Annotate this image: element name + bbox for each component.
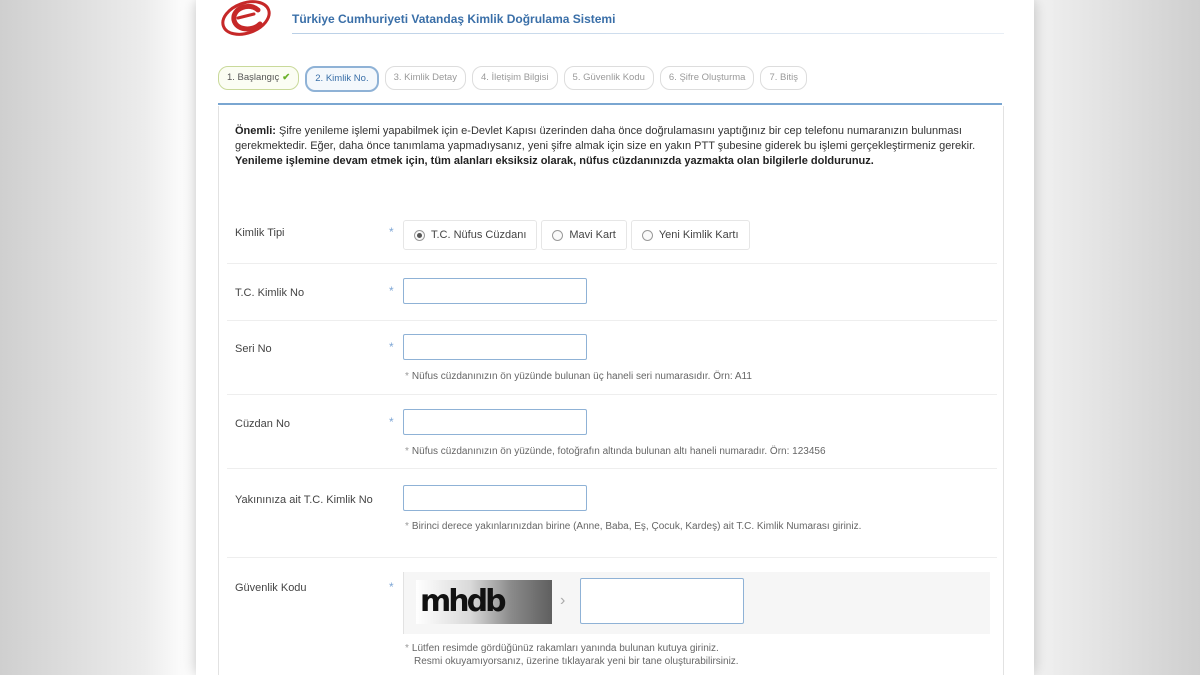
step-label: 7. Bitiş bbox=[769, 72, 798, 83]
required-marker: * bbox=[389, 580, 394, 594]
relative-tc-label: Yakınınıza ait T.C. Kimlik No bbox=[235, 494, 373, 506]
required-marker: * bbox=[389, 284, 394, 298]
step-id-detail: 3. Kimlik Detay bbox=[384, 66, 466, 90]
step-label: 6. Şifre Oluşturma bbox=[668, 72, 746, 83]
step-label: 4. İletişim Bilgisi bbox=[480, 72, 549, 83]
radio-yeni-kimlik-karti[interactable]: Yeni Kimlik Kartı bbox=[630, 220, 750, 250]
radio-unselected-icon bbox=[552, 229, 564, 241]
edevlet-page: Türkiye Cumhuriyeti Vatandaş Kimlik Doğr… bbox=[196, 0, 1034, 675]
serial-no-hint: * Nüfus cüzdanınızın ön yüzünde bulunan ü… bbox=[405, 370, 752, 383]
notice-lead: Önemli: bbox=[235, 125, 276, 137]
wallet-no-input[interactable] bbox=[403, 409, 587, 435]
required-marker: * bbox=[389, 415, 394, 429]
wizard-steps: 1. Başlangıç ✔ 2. Kimlik No. 3. Kimlik De… bbox=[218, 66, 807, 92]
notice-emphasis: Yenileme işlemine devam etmek için, tüm … bbox=[235, 155, 874, 167]
step-security-code: 5. Güvenlik Kodu bbox=[563, 66, 654, 90]
edevlet-logo-icon[interactable] bbox=[220, 0, 280, 46]
radio-tc-nufus-cuzdani[interactable]: T.C. Nüfus Cüzdanı bbox=[403, 220, 538, 250]
row-divider bbox=[227, 320, 997, 321]
security-code-label: Güvenlik Kodu bbox=[235, 582, 307, 594]
captcha-image[interactable]: mhdb bbox=[416, 580, 552, 624]
captcha-container: mhdb › bbox=[403, 572, 990, 634]
serial-no-input[interactable] bbox=[403, 334, 587, 360]
radio-mavi-kart[interactable]: Mavi Kart bbox=[541, 220, 627, 250]
step-password-create: 6. Şifre Oluşturma bbox=[659, 66, 755, 90]
serial-no-label: Seri No bbox=[235, 343, 272, 355]
step-label: 2. Kimlik No. bbox=[315, 73, 369, 84]
step-contact-info: 4. İletişim Bilgisi bbox=[471, 66, 558, 90]
header: Türkiye Cumhuriyeti Vatandaş Kimlik Doğr… bbox=[196, 0, 1034, 58]
row-divider bbox=[227, 468, 997, 469]
row-divider bbox=[227, 263, 997, 264]
important-notice: Önemli: Şifre yenileme işlemi yapabilmek… bbox=[235, 124, 991, 169]
row-divider bbox=[227, 394, 997, 395]
wallet-no-label: Cüzdan No bbox=[235, 418, 291, 430]
relative-tc-input[interactable] bbox=[403, 485, 587, 511]
site-title: Türkiye Cumhuriyeti Vatandaş Kimlik Doğr… bbox=[292, 12, 616, 26]
hint-text: Nüfus cüzdanınızın ön yüzünde bulunan üç… bbox=[411, 371, 752, 382]
radio-label: T.C. Nüfus Cüzdanı bbox=[431, 229, 527, 241]
radio-selected-icon bbox=[414, 229, 425, 241]
step-label: 1. Başlangıç bbox=[227, 72, 280, 83]
step-label: 5. Güvenlik Kodu bbox=[572, 72, 645, 83]
step-start[interactable]: 1. Başlangıç ✔ bbox=[218, 66, 300, 90]
relative-tc-hint: * Birinci derece yakınlarınızdan birine (… bbox=[405, 520, 965, 533]
hint-text: Lütfen resimde gördüğünüz rakamları yanı… bbox=[411, 643, 719, 654]
hint-text: Nüfus cüzdanınızın ön yüzünde, fotoğrafı… bbox=[411, 446, 826, 457]
hint-text: Birinci derece yakınlarınızdan birine (A… bbox=[411, 521, 862, 532]
step-label: 3. Kimlik Detay bbox=[393, 72, 457, 83]
hint-marker: * bbox=[405, 446, 409, 457]
tc-no-input[interactable] bbox=[403, 278, 587, 304]
security-code-input[interactable] bbox=[580, 578, 744, 624]
step-id-number[interactable]: 2. Kimlik No. bbox=[305, 66, 379, 92]
id-type-label: Kimlik Tipi bbox=[235, 227, 285, 239]
notice-text: Şifre yenileme işlemi yapabilmek için e-… bbox=[235, 125, 976, 152]
hint-marker: * bbox=[405, 371, 409, 382]
form-panel: Önemli: Şifre yenileme işlemi yapabilmek… bbox=[218, 106, 1004, 675]
radio-unselected-icon bbox=[641, 229, 653, 241]
id-type-radio-group: T.C. Nüfus Cüzdanı Mavi Kart Yeni Kimlik… bbox=[403, 220, 750, 250]
security-code-hint: * Lütfen resimde gördüğünüz rakamları yan… bbox=[405, 642, 739, 668]
tc-no-label: T.C. Kimlik No bbox=[235, 287, 305, 299]
hint-marker: * bbox=[405, 521, 409, 532]
wallet-no-hint: * Nüfus cüzdanınızın ön yüzünde, fotoğraf… bbox=[405, 445, 826, 458]
hint-text: Resmi okuyamıyorsanız, üzerine tıklayara… bbox=[414, 656, 739, 667]
steps-divider bbox=[218, 103, 1002, 105]
captcha-text: mhdb bbox=[420, 584, 507, 619]
header-divider bbox=[292, 33, 1004, 34]
step-finish: 7. Bitiş bbox=[760, 66, 807, 90]
check-icon: ✔ bbox=[282, 72, 291, 83]
row-divider bbox=[227, 557, 997, 558]
hint-marker: * bbox=[405, 643, 409, 654]
required-marker: * bbox=[389, 225, 394, 239]
radio-label: Yeni Kimlik Kartı bbox=[658, 229, 739, 241]
radio-label: Mavi Kart bbox=[569, 229, 616, 241]
required-marker: * bbox=[389, 340, 394, 354]
chevron-right-icon: › bbox=[560, 592, 566, 609]
